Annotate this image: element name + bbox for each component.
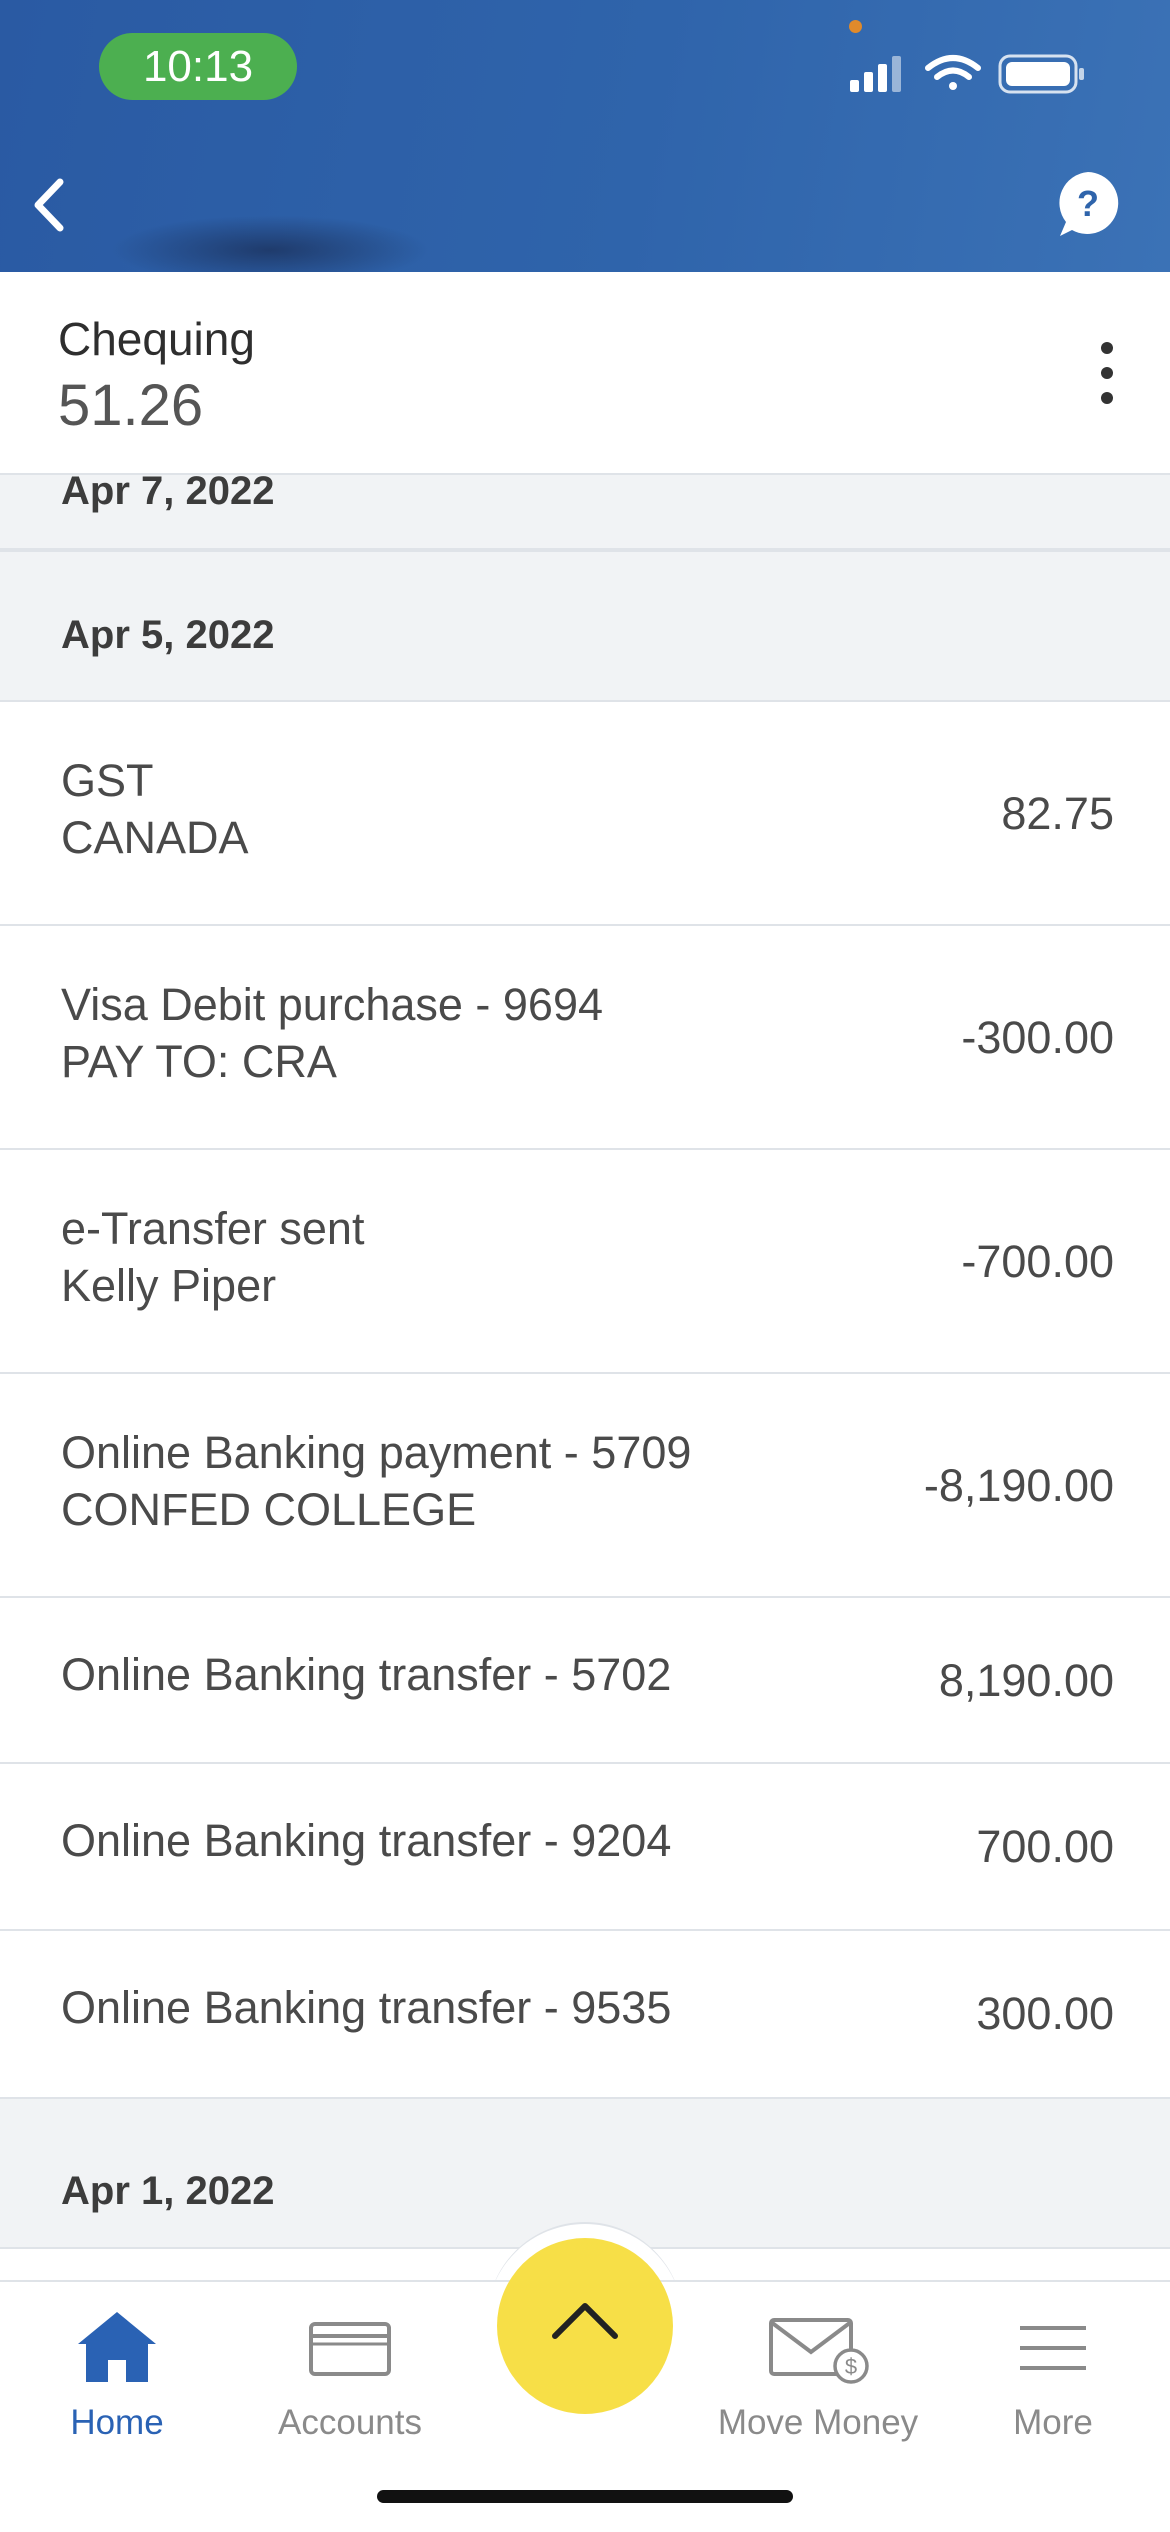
transaction-line1: Visa Debit purchase - 9694: [61, 979, 603, 1030]
card-icon: [309, 2322, 391, 2376]
transaction-description: Online Banking payment - 5709 CONFED COL…: [61, 1424, 691, 1538]
transaction-amount: -300.00: [961, 1012, 1114, 1063]
envelope-dollar-icon: $: [769, 2318, 869, 2384]
account-summary: Chequing 51.26: [0, 272, 1170, 475]
svg-text:?: ?: [1077, 183, 1099, 224]
status-time: 10:13: [99, 33, 297, 100]
transaction-line1: e-Transfer sent: [61, 1203, 365, 1254]
status-icons: [850, 54, 1084, 94]
menu-icon: [1020, 2326, 1086, 2370]
transaction-row[interactable]: Online Banking transfer - 9204 700.00: [0, 1764, 1170, 1931]
account-balance: 51.26: [58, 373, 204, 438]
transaction-row[interactable]: GST CANADA 82.75: [0, 702, 1170, 926]
date-label: Apr 7, 2022: [61, 475, 275, 513]
date-label: Apr 5, 2022: [61, 613, 275, 657]
transaction-row[interactable]: e-Transfer sent Kelly Piper -700.00: [0, 1150, 1170, 1374]
nav-home-label: Home: [70, 2403, 164, 2442]
nav-move-money[interactable]: $ Move Money: [701, 2306, 935, 2456]
transaction-line1: Online Banking transfer - 5702: [61, 1649, 672, 1700]
cellular-signal-icon: [850, 56, 901, 92]
app-header: 10:13 ?: [0, 0, 1170, 285]
transaction-line1: Online Banking transfer - 9535: [61, 1982, 672, 2033]
transaction-amount: 700.00: [976, 1821, 1114, 1872]
transaction-row[interactable]: Online Banking transfer - 9535 300.00: [0, 1931, 1170, 2099]
transaction-description: Online Banking transfer - 5702: [61, 1646, 671, 1703]
transaction-row[interactable]: Visa Debit purchase - 9694 PAY TO: CRA -…: [0, 926, 1170, 1150]
transaction-amount: 300.00: [976, 1988, 1114, 2039]
scroll-up-button[interactable]: [497, 2238, 673, 2414]
transaction-row[interactable]: Online Banking transfer - 5702 8,190.00: [0, 1598, 1170, 1764]
battery-icon: [998, 54, 1084, 94]
transaction-line2: Kelly Piper: [61, 1260, 277, 1311]
date-header: Apr 7, 2022: [0, 475, 1170, 552]
camera-indicator-icon: [849, 20, 862, 33]
home-indicator: [377, 2490, 793, 2503]
transaction-amount: -8,190.00: [923, 1460, 1114, 1511]
transaction-description: Online Banking transfer - 9535: [61, 1979, 671, 2036]
transaction-description: Online Banking transfer - 9204: [61, 1812, 671, 1869]
nav-accounts-label: Accounts: [278, 2403, 422, 2442]
svg-text:$: $: [845, 2354, 857, 2379]
transaction-description: e-Transfer sent Kelly Piper: [61, 1200, 364, 1314]
transaction-amount: 8,190.00: [938, 1655, 1114, 1706]
account-name: Chequing: [58, 313, 255, 365]
nav-accounts[interactable]: Accounts: [233, 2306, 467, 2456]
transaction-row[interactable]: Online Banking payment - 5709 CONFED COL…: [0, 1374, 1170, 1598]
chevron-up-icon: [552, 2303, 618, 2339]
transaction-description: GST CANADA: [61, 752, 249, 866]
date-header: Apr 5, 2022: [0, 552, 1170, 702]
nav-more[interactable]: More: [936, 2306, 1170, 2456]
home-icon: [78, 2312, 156, 2382]
transaction-amount: 82.75: [1001, 788, 1114, 839]
transaction-line1: Online Banking transfer - 9204: [61, 1815, 672, 1866]
transaction-description: Visa Debit purchase - 9694 PAY TO: CRA: [61, 976, 603, 1090]
transaction-line2: PAY TO: CRA: [61, 1036, 337, 1087]
wifi-icon: [925, 55, 981, 90]
transaction-line1: Online Banking payment - 5709: [61, 1427, 692, 1478]
back-chevron-icon[interactable]: [20, 170, 90, 240]
nav-home[interactable]: Home: [0, 2306, 234, 2456]
help-chat-icon[interactable]: ?: [1054, 170, 1122, 238]
more-options-icon[interactable]: [1092, 342, 1122, 404]
transaction-line1: GST: [61, 755, 154, 806]
transaction-amount: -700.00: [961, 1236, 1114, 1287]
nav-more-label: More: [1013, 2403, 1093, 2442]
date-label: Apr 1, 2022: [61, 2169, 275, 2213]
transaction-line2: CONFED COLLEGE: [61, 1484, 477, 1535]
transaction-line2: CANADA: [61, 812, 249, 863]
nav-move-money-label: Move Money: [717, 2403, 919, 2442]
